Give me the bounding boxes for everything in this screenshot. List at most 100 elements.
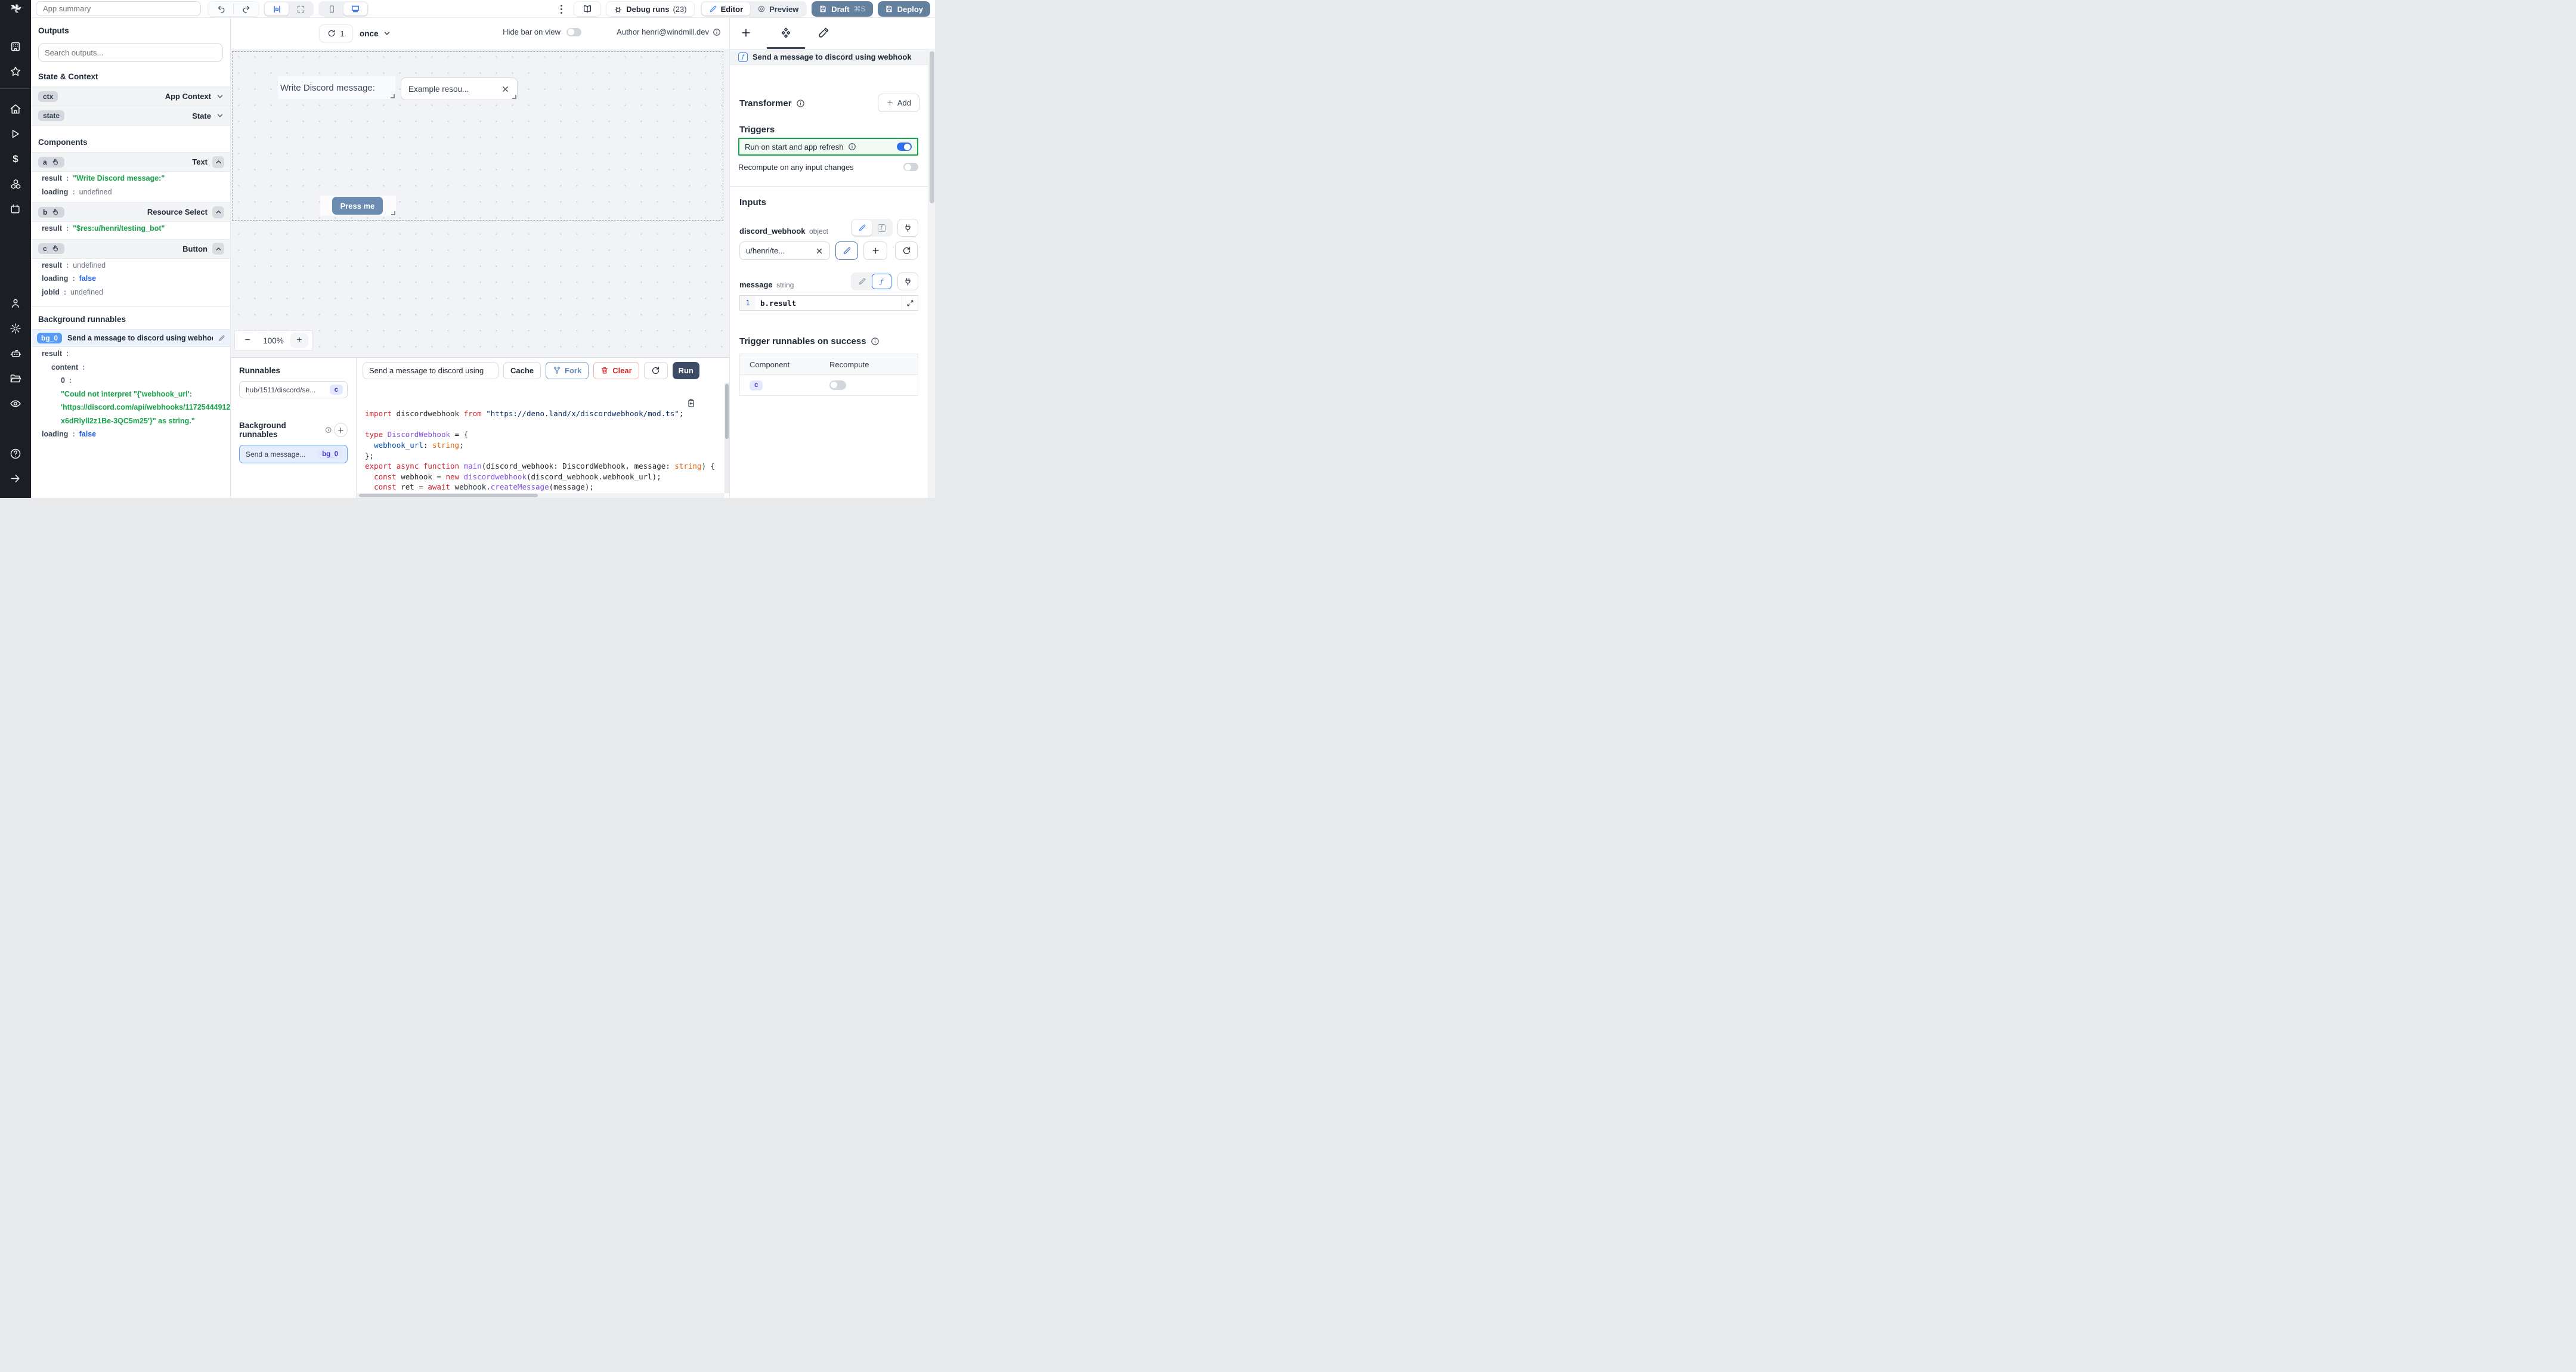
collapse-button[interactable] [212,206,224,218]
fullscreen-button[interactable] [289,2,312,16]
tab-editor[interactable]: Editor [701,2,751,16]
prop-value[interactable]: "$res:u/henri/testing_bot" [73,224,165,233]
panel-scrollbar[interactable] [928,49,935,498]
pencil-icon[interactable] [218,335,225,342]
app-summary-input[interactable] [36,1,201,16]
add-resource-button[interactable] [863,241,887,260]
prop-value[interactable]: undefined [70,288,103,296]
prop-value[interactable]: false [79,430,97,438]
text-component[interactable]: Write Discord message: [278,76,395,99]
run-button[interactable]: Run [672,361,699,379]
code-vertical-scrollbar[interactable] [724,383,729,493]
bg0-result-line[interactable]: x6dRlyll2z1Be-3QC5m25'}" as string." [31,414,230,428]
runs-icon[interactable] [10,128,21,140]
clear-button[interactable]: Clear [593,361,639,379]
refresh-count-button[interactable]: 1 [319,24,353,42]
prop-value[interactable]: undefined [79,188,112,196]
resource-picker[interactable]: u/henri/te... [739,241,830,260]
hide-bar-toggle[interactable] [566,27,581,36]
fork-button[interactable]: Fork [546,361,589,379]
expand-rail-icon[interactable] [10,473,21,485]
edit-resource-button[interactable] [835,241,858,260]
clear-x-icon[interactable] [501,85,510,94]
tab-styling[interactable] [818,27,831,40]
prop-value[interactable]: "Write Discord message:" [73,174,165,182]
docs-book-button[interactable] [574,1,602,17]
bg-runnable-item-selected[interactable]: Send a message... bg_0 [239,445,348,463]
collapse-button[interactable] [212,243,224,255]
ctx-row[interactable]: ctx App Context [31,86,230,106]
bg0-result-line[interactable]: 'https://discord.com/api/webhooks/117254… [31,401,230,414]
home-icon[interactable] [10,103,21,115]
reload-button[interactable] [643,361,668,379]
resource-select-component[interactable]: Example resou... [401,78,518,100]
component-a-row[interactable]: a Text [31,152,230,172]
info-icon[interactable] [848,143,856,151]
expand-editor-icon[interactable] [902,296,918,310]
tab-add-component[interactable] [740,27,753,40]
runnable-item[interactable]: hub/1511/discord/se... c [239,381,348,398]
schedules-icon[interactable] [10,203,21,215]
static-mode-pencil-icon[interactable] [852,220,872,236]
prop-value[interactable]: false [79,274,97,283]
chevron-down-icon[interactable] [216,112,224,120]
deploy-button[interactable]: Deploy [877,1,930,17]
search-outputs-input[interactable] [38,43,223,62]
help-icon[interactable] [10,448,21,460]
align-center-button[interactable] [265,2,289,16]
resize-handle[interactable] [391,211,395,215]
state-row[interactable]: state State [31,106,230,126]
add-transformer-button[interactable]: Add [877,94,919,112]
debug-runs-button[interactable]: Debug runs (23) [606,1,695,17]
audit-eye-icon[interactable] [10,398,21,410]
press-me-button[interactable]: Press me [332,197,383,215]
bg0-row[interactable]: bg_0 Send a message to discord using web… [31,329,230,347]
folders-icon[interactable] [10,373,21,385]
resize-handle[interactable] [512,95,516,99]
workers-robot-icon[interactable] [10,348,21,360]
favorites-icon[interactable] [10,66,21,78]
eval-mode-function-icon[interactable]: ƒ [872,220,891,236]
recompute-toggle[interactable] [903,163,918,171]
more-menu-icon[interactable] [561,4,563,14]
refresh-resources-button[interactable] [895,241,918,260]
tab-component-settings[interactable] [779,27,792,40]
frequency-dropdown[interactable]: once [360,24,391,42]
resize-handle[interactable] [391,94,395,98]
connect-plug-button[interactable] [897,272,918,290]
settings-gear-icon[interactable] [10,323,21,335]
clear-x-icon[interactable] [815,247,823,255]
add-bg-runnable-button[interactable] [334,423,348,437]
tab-preview[interactable]: Preview [750,2,806,16]
copy-code-icon[interactable] [686,398,696,408]
component-b-row[interactable]: b Resource Select [31,202,230,222]
zoom-in-button[interactable]: + [290,333,308,348]
info-icon[interactable] [796,99,805,108]
eval-mode-function-icon[interactable]: ƒ [872,274,891,289]
prop-value[interactable]: undefined [73,261,106,270]
mobile-view-button[interactable] [320,2,343,16]
chevron-down-icon[interactable] [216,92,224,101]
desktop-view-button[interactable] [343,2,367,16]
info-icon[interactable] [713,28,721,36]
cache-button[interactable]: Cache [503,361,541,379]
draft-button[interactable]: Draft ⌘S [812,1,873,17]
run-on-start-toggle[interactable] [897,143,912,151]
redo-button[interactable] [234,2,258,16]
bg0-result-line[interactable]: "Could not interpret "{'webhook_url': [31,388,230,401]
windmill-logo[interactable] [0,0,31,18]
collapse-button[interactable] [212,156,224,168]
code-horizontal-scrollbar[interactable] [357,493,724,498]
code-content[interactable]: import discordwebhook from "https://deno… [357,383,724,493]
info-icon[interactable] [871,337,880,346]
recompute-c-toggle[interactable] [829,380,846,390]
static-mode-pencil-icon[interactable] [852,274,872,289]
users-icon[interactable] [10,298,21,309]
workspace-icon[interactable] [10,41,21,52]
message-expression-editor[interactable]: 1 b.result [739,295,918,311]
component-c-row[interactable]: c Button [31,239,230,259]
runnable-title-input[interactable]: Send a message to discord using [363,361,499,379]
app-canvas[interactable]: Write Discord message: Example resou... … [231,49,729,357]
variables-icon[interactable]: $ [10,153,21,165]
resources-icon[interactable] [10,178,21,190]
